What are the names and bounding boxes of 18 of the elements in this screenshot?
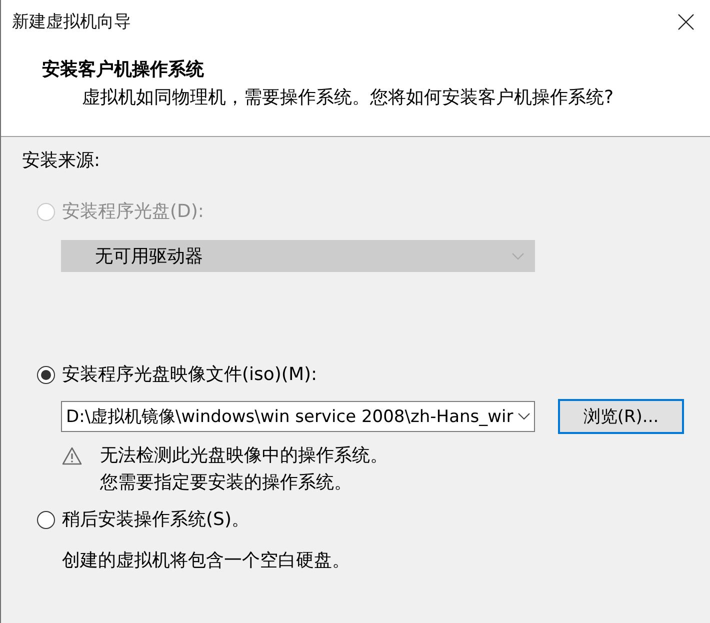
warning-text: 无法检测此光盘映像中的操作系统。 — [100, 444, 388, 468]
option-note: 创建的虚拟机将包含一个空白硬盘。 — [62, 551, 350, 571]
close-icon — [678, 14, 694, 30]
header-subtitle: 虚拟机如同物理机，需要操作系统。您将如何安装客户机操作系统? — [82, 86, 614, 110]
warning-text: 您需要指定要安装的操作系统。 — [100, 471, 352, 495]
radio-button[interactable] — [37, 511, 55, 529]
close-button[interactable] — [678, 14, 694, 30]
radio-button[interactable] — [37, 366, 55, 384]
window-title: 新建虚拟机向导 — [12, 11, 131, 33]
path-combobox[interactable]: D:\虚拟机镜像\windows\win service 2008\zh-Hans_wir — [61, 401, 535, 432]
chevron-down-icon — [518, 413, 530, 420]
chevron-down-icon — [512, 252, 524, 260]
source-label: 安装来源: — [22, 151, 100, 171]
radio-label[interactable]: 稍后安装操作系统(S)。 — [62, 509, 250, 531]
radio-label[interactable]: 安装程序光盘映像文件(iso)(M): — [62, 364, 318, 386]
warning-icon — [62, 447, 82, 465]
browse-button[interactable]: 浏览(R)... — [558, 399, 684, 434]
header-title: 安装客户机操作系统 — [42, 58, 204, 82]
